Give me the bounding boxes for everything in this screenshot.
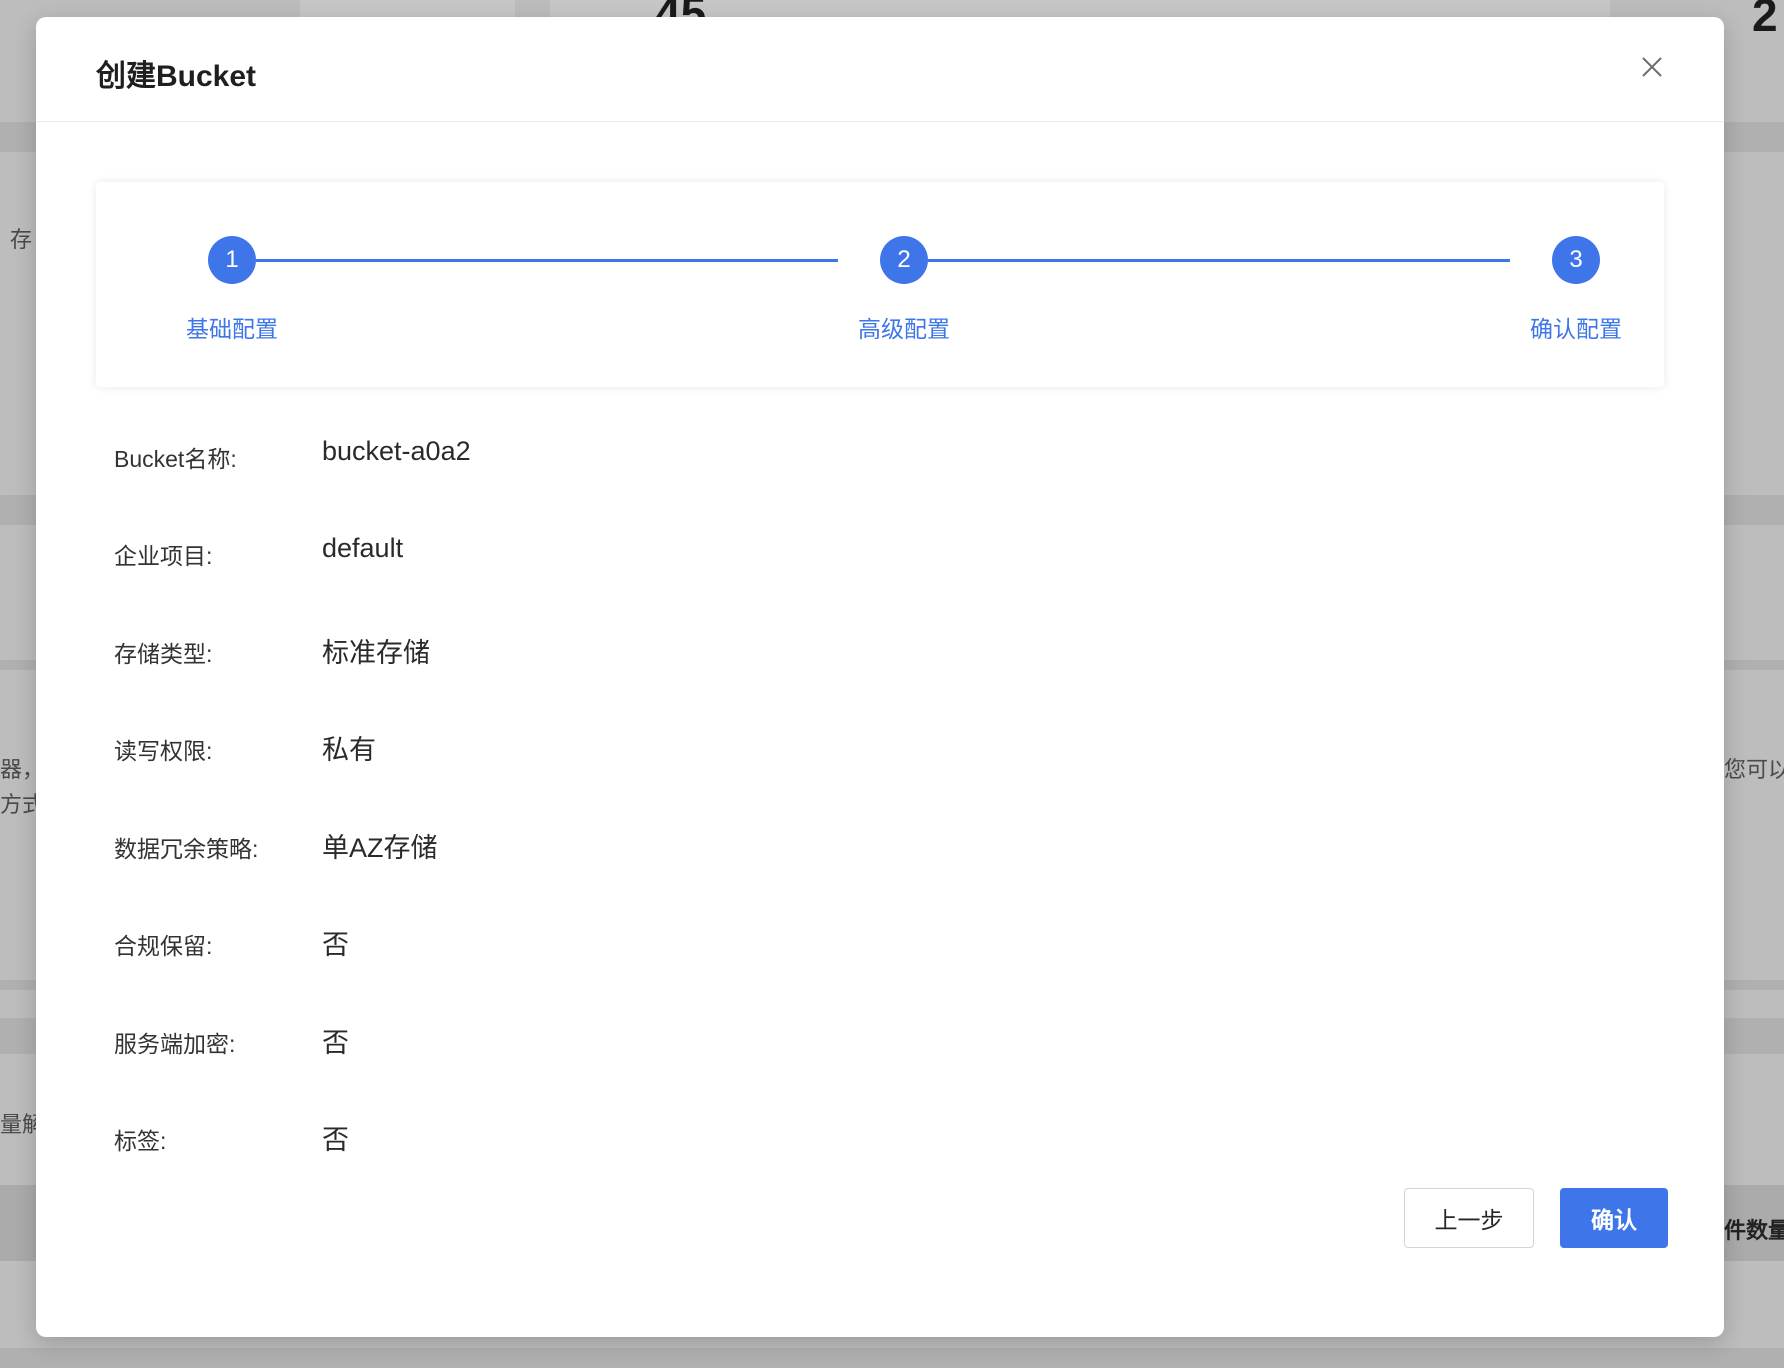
bg-metric-number-right: 2 [1752, 0, 1778, 41]
step-3-label: 确认配置 [1530, 316, 1622, 342]
steps-progress: 1 2 3 基础配置 高级配置 确认配置 [96, 182, 1664, 387]
confirm-button[interactable]: 确认 [1560, 1188, 1668, 1248]
step-1-circle: 1 [208, 236, 256, 284]
create-bucket-dialog: 创建Bucket 1 2 3 基础配置 高级配置 确认配置 Bucket名称: … [36, 17, 1724, 1337]
step-1-label: 基础配置 [186, 316, 278, 342]
detail-value: default [322, 533, 404, 563]
detail-value: 标准存储 [322, 638, 430, 668]
bg-fragment: 您可以 [1724, 757, 1784, 782]
close-icon[interactable] [1638, 53, 1666, 81]
step-3-circle: 3 [1552, 236, 1600, 284]
detail-label: 服务端加密: [114, 1031, 236, 1057]
bg-fragment: 存 [10, 227, 33, 252]
previous-step-button[interactable]: 上一步 [1404, 1188, 1534, 1248]
step-connector [256, 259, 838, 262]
detail-value: 单AZ存储 [322, 833, 438, 863]
detail-value: 私有 [322, 735, 376, 765]
detail-value: bucket-a0a2 [322, 436, 471, 466]
detail-label: 存储类型: [114, 641, 213, 667]
detail-label: 读写权限: [114, 738, 213, 764]
bg-band [0, 1348, 1784, 1368]
detail-label: 合规保留: [114, 933, 213, 959]
detail-value: 否 [322, 1125, 349, 1155]
step-connector [928, 259, 1510, 262]
step-2-label: 高级配置 [858, 316, 950, 342]
detail-value: 否 [322, 930, 349, 960]
detail-value: 否 [322, 1028, 349, 1058]
dialog-header: 创建Bucket [36, 17, 1724, 122]
detail-label: 标签: [114, 1128, 167, 1154]
detail-label: 数据冗余策略: [114, 836, 259, 862]
step-2-circle: 2 [880, 236, 928, 284]
detail-label: Bucket名称: [114, 446, 237, 472]
bg-fragment: 件数量 [1724, 1218, 1784, 1243]
dialog-title: 创建Bucket [96, 60, 257, 93]
detail-label: 企业项目: [114, 543, 213, 569]
